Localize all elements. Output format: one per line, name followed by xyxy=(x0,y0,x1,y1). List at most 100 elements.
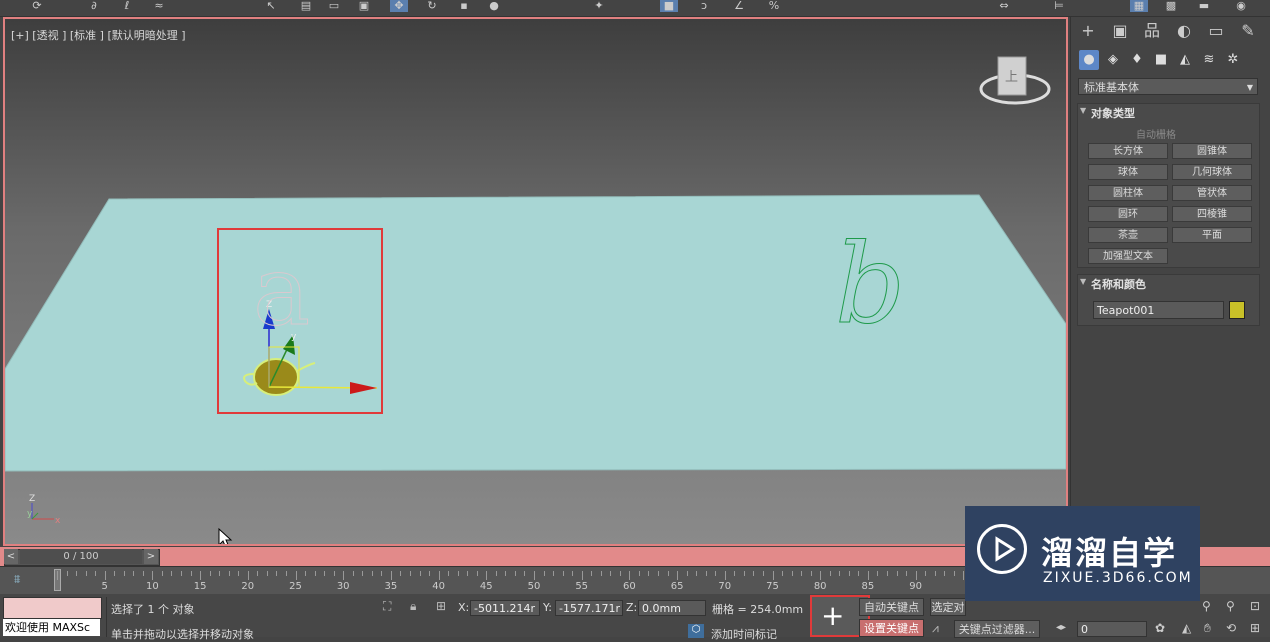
divider xyxy=(106,597,107,637)
hierarchy-tab-icon[interactable]: 品 xyxy=(1140,20,1164,42)
window-crossing-icon[interactable]: ▣ xyxy=(355,0,373,12)
spacewarp-icon[interactable]: ≈ xyxy=(150,0,168,12)
name-color-header[interactable]: 名称和颜色 xyxy=(1091,276,1146,292)
plane-button[interactable]: 平面 xyxy=(1172,227,1252,243)
set-key-button[interactable]: 设置关键点 xyxy=(859,619,924,637)
mirror-icon[interactable]: ⇔ xyxy=(995,0,1013,12)
motion-tab-icon[interactable]: ◐ xyxy=(1172,20,1196,42)
autogrid-checkbox[interactable]: 自动栅格 xyxy=(1136,126,1176,141)
tube-button[interactable]: 管状体 xyxy=(1172,185,1252,201)
align-icon[interactable]: ⊨ xyxy=(1050,0,1068,12)
link-icon[interactable]: ⟳ xyxy=(28,0,46,12)
create-tab-icon[interactable]: + xyxy=(1076,20,1100,42)
pivot-icon[interactable]: ✦ xyxy=(590,0,608,12)
rotate-icon[interactable]: ↻ xyxy=(423,0,441,12)
x-coordinate-field[interactable]: -5011.214r xyxy=(470,600,540,616)
bind-icon[interactable]: ℓ xyxy=(118,0,136,12)
cone-button[interactable]: 圆锥体 xyxy=(1172,143,1252,159)
collapse-arrow-icon[interactable]: ▼ xyxy=(1080,106,1086,115)
maximize-viewport-icon[interactable]: ⊞ xyxy=(1250,621,1260,635)
frame-counter[interactable]: 0 / 100 xyxy=(20,549,142,564)
percent-snap-icon[interactable]: % xyxy=(765,0,783,12)
next-frame-button[interactable]: > xyxy=(144,549,158,564)
pan-icon[interactable]: ✋︎ xyxy=(1204,621,1211,636)
ground-plane[interactable] xyxy=(5,194,1066,472)
time-config-icon[interactable]: ✿ xyxy=(1155,621,1165,635)
text-plus-button[interactable]: 加强型文本 xyxy=(1088,248,1168,264)
object-type-header[interactable]: 对象类型 xyxy=(1091,105,1135,121)
text-shape-a[interactable]: a xyxy=(253,235,311,348)
current-frame-field[interactable]: 0 xyxy=(1077,621,1147,637)
unlink-icon[interactable]: ∂ xyxy=(85,0,103,12)
text-shape-b[interactable]: b xyxy=(835,220,906,349)
object-name-field[interactable]: Teapot001 xyxy=(1093,301,1224,319)
auto-key-button[interactable]: 自动关键点 xyxy=(859,598,924,616)
track-tick xyxy=(171,571,173,576)
track-tick xyxy=(295,571,297,580)
display-tab-icon[interactable]: ▭ xyxy=(1204,20,1228,42)
cylinder-button[interactable]: 圆柱体 xyxy=(1088,185,1168,201)
selected-dropdown[interactable]: 选定对 xyxy=(930,598,966,616)
track-tick-label: 55 xyxy=(575,581,589,592)
time-tag-icon[interactable]: ⬡ xyxy=(688,624,704,638)
select-icon[interactable]: ↖ xyxy=(262,0,280,12)
track-tick-label: 70 xyxy=(718,581,732,592)
angle-snap-icon[interactable]: ∠ xyxy=(730,0,748,12)
add-time-tag-button[interactable]: 添加时间标记 xyxy=(711,626,777,642)
absolute-mode-icon[interactable]: ⊞ xyxy=(436,599,446,613)
track-tick xyxy=(448,571,450,576)
maxscript-label[interactable]: 欢迎使用 MAXSc xyxy=(3,619,100,636)
spacewarps-icon[interactable]: ≋ xyxy=(1199,50,1219,70)
shapes-icon[interactable]: ◈ xyxy=(1103,50,1123,70)
teapot-button[interactable]: 茶壶 xyxy=(1088,227,1168,243)
pyramid-button[interactable]: 四棱锥 xyxy=(1172,206,1252,222)
viewcube[interactable]: 上 xyxy=(979,56,1051,105)
snap-icon[interactable]: ɔ xyxy=(695,0,713,12)
frame-nav-icon[interactable]: ◂▸ xyxy=(1056,622,1066,633)
curve-editor-icon[interactable]: ▩ xyxy=(1162,0,1180,12)
helpers-icon[interactable]: ◭ xyxy=(1175,50,1195,70)
utilities-tab-icon[interactable]: ✎ xyxy=(1236,20,1260,42)
object-category-dropdown[interactable]: 标准基本体 ▼ xyxy=(1078,78,1258,95)
grid-size-text: 栅格 = 254.0mm xyxy=(712,603,804,616)
systems-icon[interactable]: ✲ xyxy=(1223,50,1243,70)
geometry-icon[interactable]: ● xyxy=(1079,50,1099,70)
zoom-all-icon[interactable]: ⚲ xyxy=(1226,599,1235,613)
viewport-label[interactable]: [+] [透视 ] [标准 ] [默认明暗处理 ] xyxy=(11,27,186,43)
manipulate-icon[interactable]: ■ xyxy=(660,0,678,12)
scale-icon[interactable]: ▪ xyxy=(455,0,473,12)
y-coordinate-field[interactable]: -1577.171r xyxy=(555,600,623,616)
z-coordinate-field[interactable]: 0.0mm xyxy=(638,600,706,616)
collapse-arrow-icon[interactable]: ▼ xyxy=(1080,277,1086,286)
track-tick-label: 50 xyxy=(527,581,541,592)
schematic-icon[interactable]: ▬ xyxy=(1195,0,1213,12)
move-icon[interactable]: ✥ xyxy=(390,0,408,12)
track-tick xyxy=(400,571,402,576)
select-by-name-icon[interactable]: ▤ xyxy=(297,0,315,12)
maxscript-listener[interactable] xyxy=(3,597,102,619)
orbit-icon[interactable]: ⟲ xyxy=(1226,621,1236,635)
geosphere-button[interactable]: 几何球体 xyxy=(1172,164,1252,180)
lock-icon[interactable]: 🔒︎ xyxy=(410,599,416,614)
zoom-icon[interactable]: ⚲ xyxy=(1202,599,1211,613)
object-color-swatch[interactable] xyxy=(1229,301,1245,319)
box-button[interactable]: 长方体 xyxy=(1088,143,1168,159)
place-icon[interactable]: ● xyxy=(485,0,503,12)
prev-frame-button[interactable]: < xyxy=(4,549,18,564)
key-mode-icon[interactable]: ⩘ xyxy=(932,621,939,636)
layer-icon[interactable]: ▦ xyxy=(1130,0,1148,12)
material-editor-icon[interactable]: ◉ xyxy=(1232,0,1250,12)
lights-icon[interactable]: ♦ xyxy=(1127,50,1147,70)
zoom-extents-icon[interactable]: ⊡ xyxy=(1250,599,1260,613)
rect-select-icon[interactable]: ▭ xyxy=(325,0,343,12)
isolate-icon[interactable]: ⛶ xyxy=(383,599,391,614)
curve-editor-mini-icon[interactable]: ⩩ xyxy=(14,572,20,587)
key-filters-button[interactable]: 关键点过滤器... xyxy=(954,620,1040,638)
perspective-viewport[interactable]: Z y a b 上 Z y x [+] [透视 ] [标准 ] [默认明暗处理 … xyxy=(3,17,1068,546)
modify-tab-icon[interactable]: ▣ xyxy=(1108,20,1132,42)
sphere-button[interactable]: 球体 xyxy=(1088,164,1168,180)
fov-icon[interactable]: ◭ xyxy=(1182,621,1191,635)
torus-button[interactable]: 圆环 xyxy=(1088,206,1168,222)
cameras-icon[interactable]: ■ xyxy=(1151,50,1171,70)
track-tick xyxy=(839,571,841,576)
